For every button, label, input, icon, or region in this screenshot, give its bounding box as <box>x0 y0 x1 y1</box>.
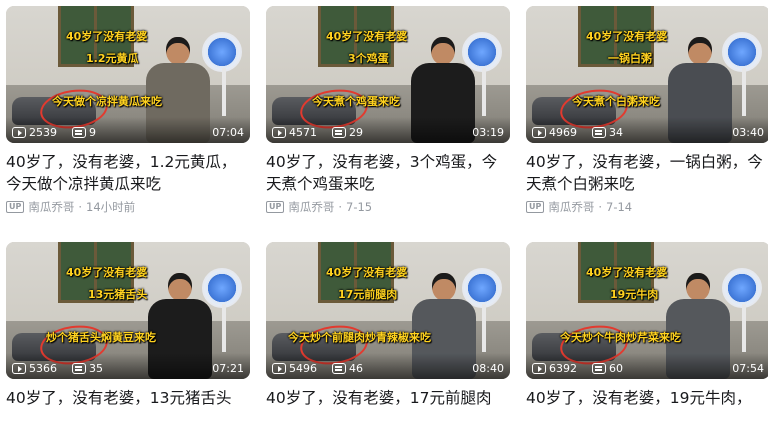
overlay-caption-mid: 17元前腿肉 <box>338 288 398 301</box>
stats-bar: 4969 34 03:40 <box>526 117 768 143</box>
video-duration: 03:19 <box>472 126 504 139</box>
overlay-caption-top: 40岁了没有老婆 <box>66 30 148 43</box>
uploader-name[interactable]: 南瓜乔哥 <box>548 199 594 215</box>
video-duration: 03:40 <box>732 126 764 139</box>
danmaku-count: 9 <box>72 126 96 139</box>
overlay-caption-low: 今天炒个前腿肉炒青辣椒来吃 <box>288 331 431 344</box>
publish-date: 7-15 <box>346 200 373 214</box>
overlay-caption-low: 炒个猪舌头焖黄豆来吃 <box>46 331 156 344</box>
play-count: 5366 <box>12 362 57 375</box>
video-meta[interactable]: UP 南瓜乔哥 · 7-14 <box>526 199 768 215</box>
video-thumbnail[interactable]: 40岁了没有老婆 17元前腿肉 今天炒个前腿肉炒青辣椒来吃 5496 46 08… <box>266 242 510 379</box>
video-thumbnail[interactable]: 40岁了没有老婆 3个鸡蛋 今天煮个鸡蛋来吃 4571 29 03:19 <box>266 6 510 143</box>
overlay-caption-mid: 19元牛肉 <box>610 288 659 301</box>
video-card[interactable]: 40岁了没有老婆 17元前腿肉 今天炒个前腿肉炒青辣椒来吃 5496 46 08… <box>266 242 510 431</box>
video-thumbnail[interactable]: 40岁了没有老婆 1.2元黄瓜 今天做个凉拌黄瓜来吃 2539 9 07:04 <box>6 6 250 143</box>
danmaku-count: 34 <box>592 126 623 139</box>
meta-separator: · <box>598 200 603 214</box>
video-thumbnail[interactable]: 40岁了没有老婆 13元猪舌头 炒个猪舌头焖黄豆来吃 5366 35 07:21 <box>6 242 250 379</box>
overlay-caption-top: 40岁了没有老婆 <box>326 266 408 279</box>
video-thumbnail[interactable]: 40岁了没有老婆 一锅白粥 今天煮个白粥来吃 4969 34 03:40 <box>526 6 768 143</box>
play-count: 2539 <box>12 126 57 139</box>
video-grid: 40岁了没有老婆 1.2元黄瓜 今天做个凉拌黄瓜来吃 2539 9 07:04 … <box>0 0 768 410</box>
video-title[interactable]: 40岁了，没有老婆，13元猪舌头 <box>6 387 250 431</box>
video-card[interactable]: 40岁了没有老婆 一锅白粥 今天煮个白粥来吃 4969 34 03:40 40岁… <box>526 6 768 215</box>
uploader-name[interactable]: 南瓜乔哥 <box>28 199 74 215</box>
stats-bar: 6392 60 07:54 <box>526 353 768 379</box>
stats-bar: 4571 29 03:19 <box>266 117 510 143</box>
play-count: 4969 <box>532 126 577 139</box>
danmaku-count: 35 <box>72 362 103 375</box>
up-icon: UP <box>266 201 285 213</box>
video-card[interactable]: 40岁了没有老婆 13元猪舌头 炒个猪舌头焖黄豆来吃 5366 35 07:21… <box>6 242 250 431</box>
overlay-caption-mid: 1.2元黄瓜 <box>86 52 139 65</box>
overlay-caption-top: 40岁了没有老婆 <box>586 30 668 43</box>
play-count: 4571 <box>272 126 317 139</box>
play-count-icon <box>12 127 26 138</box>
danmaku-icon <box>72 363 86 374</box>
stats-bar: 5496 46 08:40 <box>266 353 510 379</box>
danmaku-count: 29 <box>332 126 363 139</box>
meta-separator: · <box>78 200 83 214</box>
overlay-caption-mid: 13元猪舌头 <box>88 288 148 301</box>
danmaku-count: 46 <box>332 362 363 375</box>
play-count: 5496 <box>272 362 317 375</box>
video-thumbnail[interactable]: 40岁了没有老婆 19元牛肉 今天炒个牛肉炒芹菜来吃 6392 60 07:54 <box>526 242 768 379</box>
video-duration: 07:04 <box>212 126 244 139</box>
video-title[interactable]: 40岁了，没有老婆，3个鸡蛋，今天煮个鸡蛋来吃 <box>266 151 510 195</box>
publish-date: 14小时前 <box>86 200 136 214</box>
video-title[interactable]: 40岁了，没有老婆，19元牛肉， <box>526 387 768 431</box>
meta-separator: · <box>338 200 343 214</box>
video-title[interactable]: 40岁了，没有老婆，17元前腿肉 <box>266 387 510 431</box>
video-meta[interactable]: UP 南瓜乔哥 · 14小时前 <box>6 199 250 215</box>
video-meta[interactable]: UP 南瓜乔哥 · 7-15 <box>266 199 510 215</box>
video-card[interactable]: 40岁了没有老婆 3个鸡蛋 今天煮个鸡蛋来吃 4571 29 03:19 40岁… <box>266 6 510 215</box>
video-duration: 08:40 <box>472 362 504 375</box>
play-count-icon <box>532 363 546 374</box>
up-icon: UP <box>6 201 25 213</box>
up-icon: UP <box>526 201 545 213</box>
overlay-caption-low: 今天做个凉拌黄瓜来吃 <box>52 95 162 108</box>
play-count-icon <box>272 363 286 374</box>
danmaku-icon <box>332 127 346 138</box>
stats-bar: 5366 35 07:21 <box>6 353 250 379</box>
video-duration: 07:54 <box>732 362 764 375</box>
video-card[interactable]: 40岁了没有老婆 19元牛肉 今天炒个牛肉炒芹菜来吃 6392 60 07:54… <box>526 242 768 431</box>
play-count-icon <box>272 127 286 138</box>
video-card[interactable]: 40岁了没有老婆 1.2元黄瓜 今天做个凉拌黄瓜来吃 2539 9 07:04 … <box>6 6 250 215</box>
play-count: 6392 <box>532 362 577 375</box>
overlay-caption-low: 今天煮个白粥来吃 <box>572 95 660 108</box>
play-count-icon <box>12 363 26 374</box>
danmaku-icon <box>332 363 346 374</box>
danmaku-icon <box>592 363 606 374</box>
danmaku-count: 60 <box>592 362 623 375</box>
danmaku-icon <box>592 127 606 138</box>
video-title[interactable]: 40岁了，没有老婆，1.2元黄瓜，今天做个凉拌黄瓜来吃 <box>6 151 250 195</box>
overlay-caption-mid: 一锅白粥 <box>608 52 652 65</box>
stats-bar: 2539 9 07:04 <box>6 117 250 143</box>
publish-date: 7-14 <box>606 200 633 214</box>
overlay-caption-top: 40岁了没有老婆 <box>586 266 668 279</box>
video-title[interactable]: 40岁了，没有老婆，一锅白粥，今天煮个白粥来吃 <box>526 151 768 195</box>
play-count-icon <box>532 127 546 138</box>
video-duration: 07:21 <box>212 362 244 375</box>
danmaku-icon <box>72 127 86 138</box>
overlay-caption-top: 40岁了没有老婆 <box>326 30 408 43</box>
overlay-caption-mid: 3个鸡蛋 <box>348 52 389 65</box>
uploader-name[interactable]: 南瓜乔哥 <box>288 199 334 215</box>
overlay-caption-low: 今天煮个鸡蛋来吃 <box>312 95 400 108</box>
overlay-caption-top: 40岁了没有老婆 <box>66 266 148 279</box>
overlay-caption-low: 今天炒个牛肉炒芹菜来吃 <box>560 331 681 344</box>
